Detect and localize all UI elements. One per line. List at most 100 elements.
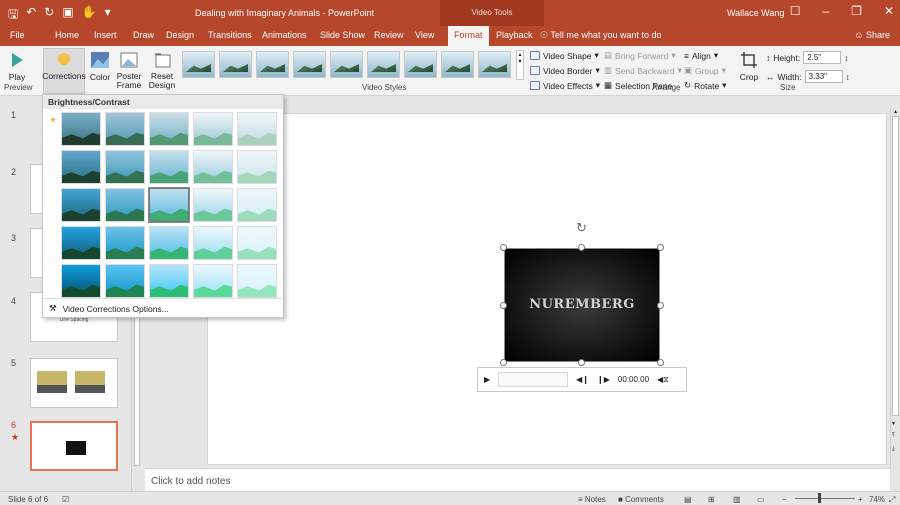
bring-forward-button[interactable]: ▤ Bring Forward ▾ bbox=[604, 50, 676, 61]
send-backward-button[interactable]: ▥ Send Backward ▾ bbox=[604, 65, 682, 76]
styles-more-button[interactable]: ▴ ▾ bbox=[516, 50, 524, 80]
correction-preset-13[interactable] bbox=[148, 187, 190, 223]
zoom-level[interactable]: 74% bbox=[869, 495, 885, 504]
resize-handle-nw[interactable] bbox=[500, 244, 507, 251]
correction-preset-12[interactable] bbox=[105, 188, 145, 222]
reading-view-icon[interactable]: ▥ bbox=[733, 495, 741, 504]
width-spinner[interactable]: ↕ bbox=[846, 72, 850, 82]
reset-design-button[interactable]: Reset Design bbox=[147, 50, 177, 90]
user-name[interactable]: Wallace Wang bbox=[727, 8, 784, 18]
tab-home[interactable]: Home bbox=[55, 30, 79, 40]
tab-file[interactable]: File bbox=[10, 30, 25, 40]
width-input[interactable]: 3.33" bbox=[804, 70, 843, 83]
slideshow-view-icon[interactable]: ▭ bbox=[757, 495, 765, 504]
correction-preset-6[interactable] bbox=[61, 150, 101, 184]
zoom-slider-thumb[interactable] bbox=[818, 493, 821, 503]
correction-preset-1[interactable] bbox=[61, 112, 101, 146]
next-slide-icon[interactable]: ⤓ bbox=[892, 446, 895, 453]
resize-handle-se[interactable] bbox=[657, 359, 664, 366]
play-button[interactable]: Play bbox=[6, 50, 28, 82]
slide-scroll-thumb[interactable] bbox=[892, 116, 899, 416]
resize-handle-ne[interactable] bbox=[657, 244, 664, 251]
volume-icon[interactable]: ◀⧖ bbox=[657, 375, 669, 385]
resize-handle-sw[interactable] bbox=[500, 359, 507, 366]
video-progress-bar[interactable] bbox=[498, 372, 569, 387]
correction-preset-15[interactable] bbox=[237, 188, 277, 222]
slide-sorter-icon[interactable]: ⊞ bbox=[708, 495, 715, 504]
align-button[interactable]: ≡ Align ▾ bbox=[684, 50, 718, 61]
correction-preset-11[interactable] bbox=[61, 188, 101, 222]
slide-thumb-5[interactable] bbox=[30, 358, 118, 408]
rotate-button[interactable]: ↻ Rotate ▾ bbox=[684, 80, 726, 91]
correction-preset-24[interactable] bbox=[193, 264, 233, 298]
scroll-up-icon[interactable]: ▴ bbox=[891, 108, 900, 115]
video-border-button[interactable]: Video Border ▾ bbox=[530, 65, 600, 76]
correction-preset-17[interactable] bbox=[105, 226, 145, 260]
share-button[interactable]: ☺ Share bbox=[854, 30, 890, 40]
video-style-5[interactable] bbox=[330, 51, 363, 78]
minimize-icon[interactable]: – bbox=[822, 4, 829, 18]
tab-playback[interactable]: Playback bbox=[496, 30, 533, 40]
group-button[interactable]: ▣ Group ▾ bbox=[684, 65, 726, 76]
video-style-9[interactable] bbox=[478, 51, 511, 78]
restore-icon[interactable]: ❐ bbox=[851, 4, 862, 18]
touch-icon[interactable]: ✋ bbox=[82, 5, 97, 26]
step-back-icon[interactable]: ◀❙ bbox=[576, 375, 589, 384]
tab-transitions[interactable]: Transitions bbox=[208, 30, 252, 40]
zoom-in-icon[interactable]: + bbox=[858, 495, 863, 504]
video-object[interactable]: NUREMBERG bbox=[504, 248, 660, 362]
correction-preset-21[interactable] bbox=[61, 264, 101, 298]
comments-button[interactable]: ■ Comments bbox=[618, 495, 664, 504]
correction-preset-10[interactable] bbox=[237, 150, 277, 184]
correction-preset-7[interactable] bbox=[105, 150, 145, 184]
video-style-7[interactable] bbox=[404, 51, 437, 78]
correction-preset-3[interactable] bbox=[149, 112, 189, 146]
correction-preset-22[interactable] bbox=[105, 264, 145, 298]
poster-frame-button[interactable]: Poster Frame bbox=[114, 50, 144, 90]
ribbon-display-icon[interactable]: ☐ bbox=[790, 4, 801, 18]
save-icon[interactable]: 🖫 bbox=[8, 5, 18, 26]
notes-pane[interactable]: Click to add notes bbox=[145, 468, 890, 491]
correction-preset-23[interactable] bbox=[149, 264, 189, 298]
play-video-icon[interactable]: ▶ bbox=[484, 375, 490, 384]
notes-button[interactable]: ≡ Notes bbox=[578, 495, 606, 504]
correction-preset-5[interactable] bbox=[237, 112, 277, 146]
correction-preset-20[interactable] bbox=[237, 226, 277, 260]
normal-view-icon[interactable]: ▤ bbox=[684, 495, 692, 504]
scroll-down-icon[interactable]: ▾ bbox=[892, 420, 895, 427]
slide-vertical-scrollbar[interactable]: ▴ ▾ ⤒ ⤓ bbox=[890, 108, 900, 468]
video-style-6[interactable] bbox=[367, 51, 400, 78]
resize-handle-s[interactable] bbox=[578, 359, 585, 366]
tab-view[interactable]: View bbox=[415, 30, 434, 40]
correction-preset-18[interactable] bbox=[149, 226, 189, 260]
present-icon[interactable]: ▣ bbox=[62, 5, 73, 26]
zoom-slider[interactable] bbox=[795, 498, 855, 499]
tab-animations[interactable]: Animations bbox=[262, 30, 307, 40]
correction-preset-25[interactable] bbox=[237, 264, 277, 298]
video-corrections-options-item[interactable]: ⚒ Video Corrections Options... bbox=[49, 303, 169, 314]
close-icon[interactable]: ✕ bbox=[884, 4, 894, 18]
tab-slide-show[interactable]: Slide Show bbox=[320, 30, 365, 40]
video-shape-button[interactable]: Video Shape ▾ bbox=[530, 50, 599, 61]
customize-qat-icon[interactable]: ▾ bbox=[105, 5, 111, 26]
prev-slide-icon[interactable]: ⤒ bbox=[892, 433, 895, 440]
tab-format[interactable]: Format bbox=[448, 26, 489, 46]
tab-draw[interactable]: Draw bbox=[133, 30, 154, 40]
correction-preset-2[interactable] bbox=[105, 112, 145, 146]
correction-preset-4[interactable] bbox=[193, 112, 233, 146]
resize-handle-w[interactable] bbox=[500, 302, 507, 309]
correction-preset-8[interactable] bbox=[149, 150, 189, 184]
current-slide[interactable]: ↻ NUREMBERG ▶ ◀❙ ❙▶ 00:00.00 ◀⧖ bbox=[207, 113, 887, 465]
height-input[interactable]: 2.5" bbox=[803, 51, 842, 64]
tab-insert[interactable]: Insert bbox=[94, 30, 117, 40]
resize-handle-n[interactable] bbox=[578, 244, 585, 251]
video-style-1[interactable] bbox=[182, 51, 215, 78]
crop-button[interactable]: Crop bbox=[738, 50, 760, 82]
color-button[interactable]: Color bbox=[89, 50, 111, 82]
rotate-handle-icon[interactable]: ↻ bbox=[576, 220, 587, 236]
spellcheck-icon[interactable]: ☑ bbox=[62, 495, 69, 504]
correction-preset-16[interactable] bbox=[61, 226, 101, 260]
tell-me-box[interactable]: ☉ Tell me what you want to do bbox=[540, 30, 661, 41]
video-style-2[interactable] bbox=[219, 51, 252, 78]
video-effects-button[interactable]: Video Effects ▾ bbox=[530, 80, 600, 91]
